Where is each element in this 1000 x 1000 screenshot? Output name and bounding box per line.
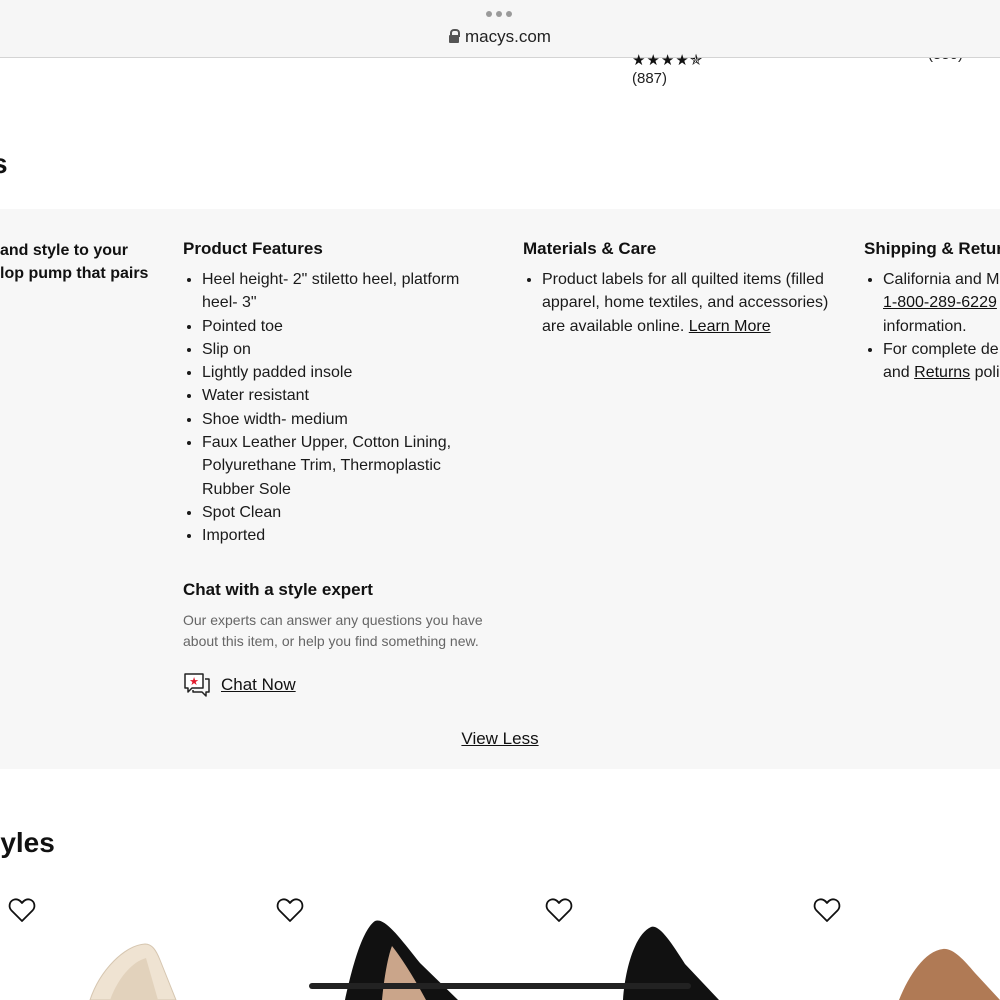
lock-icon [449, 29, 461, 43]
feature-item: Heel height- 2" stiletto heel, platform … [202, 268, 493, 315]
feature-item: Shoe width- medium [202, 408, 493, 431]
shipping-item-tail: poli [970, 364, 1000, 382]
browser-address-bar: macys.com [0, 0, 1000, 58]
url-display[interactable]: macys.com [0, 27, 1000, 47]
feature-item: Imported [202, 524, 493, 547]
heart-icon[interactable] [8, 897, 36, 923]
url-text: macys.com [465, 27, 551, 46]
rating-stars: ★★★★✯ [632, 52, 704, 69]
shipping-item-text: For complete de [883, 340, 999, 358]
details-heading: s [0, 148, 8, 180]
materials-care-title: Materials & Care [523, 239, 657, 258]
shipping-returns-title: Shipping & Return [864, 239, 1000, 258]
product-features: Product Features Heel height- 2" stilett… [183, 239, 493, 548]
description-line: and style to your [0, 242, 129, 259]
similar-styles-heading: tyles [0, 827, 55, 858]
returns-link[interactable]: Returns [914, 364, 970, 381]
shipping-item-text: California and M [883, 271, 1000, 288]
feature-item: Slip on [202, 338, 493, 361]
product-image[interactable] [895, 945, 1000, 1000]
shipping-item-tail: information. [883, 317, 967, 335]
shipping-returns: Shipping & Return California and M 1-800… [864, 239, 1000, 384]
feature-item: Faux Leather Upper, Cotton Lining, Polyu… [202, 431, 493, 501]
phone-link[interactable]: 1-800-289-6229 [883, 294, 997, 311]
chat-now-label: Chat Now [221, 675, 296, 694]
shipping-item-prefix: and [883, 364, 915, 382]
heart-icon[interactable] [276, 897, 304, 923]
materials-item-text: Product labels for all quilted items (fi… [542, 271, 829, 335]
learn-more-link[interactable]: Learn More [689, 318, 771, 335]
materials-list: Product labels for all quilted items (fi… [523, 268, 843, 338]
materials-care: Materials & Care Product labels for all … [523, 239, 843, 338]
shipping-list: California and M 1-800-289-6229 informat… [864, 268, 1000, 384]
feature-item: Water resistant [202, 384, 493, 407]
description-line: lop pump that pairs [0, 265, 149, 282]
view-less-button[interactable]: View Less [461, 729, 538, 748]
heart-icon[interactable] [545, 897, 573, 923]
chat-now-button[interactable]: ★ Chat Now [183, 672, 296, 698]
feature-item: Spot Clean [202, 501, 493, 524]
materials-item: Product labels for all quilted items (fi… [542, 268, 843, 338]
feature-item: Lightly padded insole [202, 361, 493, 384]
carousel-scrollbar[interactable] [309, 983, 691, 989]
product-image[interactable] [80, 940, 200, 1000]
product-features-title: Product Features [183, 239, 323, 258]
chat-expert-description: Our experts can answer any questions you… [183, 612, 483, 649]
shipping-item: California and M 1-800-289-6229 informat… [883, 268, 1000, 338]
features-list: Heel height- 2" stiletto heel, platform … [183, 268, 493, 548]
feature-item: Pointed toe [202, 315, 493, 338]
svg-text:★: ★ [189, 675, 199, 688]
shipping-item: For complete de and Returns poli [883, 338, 1000, 385]
view-less-row: View Less [0, 729, 1000, 749]
heart-icon[interactable] [813, 897, 841, 923]
chat-expert-title: Chat with a style expert [183, 580, 373, 599]
review-count[interactable]: (887) [632, 70, 667, 87]
more-options-icon[interactable] [486, 11, 512, 17]
product-description: and style to your lop pump that pairs [0, 239, 148, 285]
chat-bubble-icon: ★ [184, 673, 210, 697]
product-details-panel: and style to your lop pump that pairs Pr… [0, 209, 1000, 769]
